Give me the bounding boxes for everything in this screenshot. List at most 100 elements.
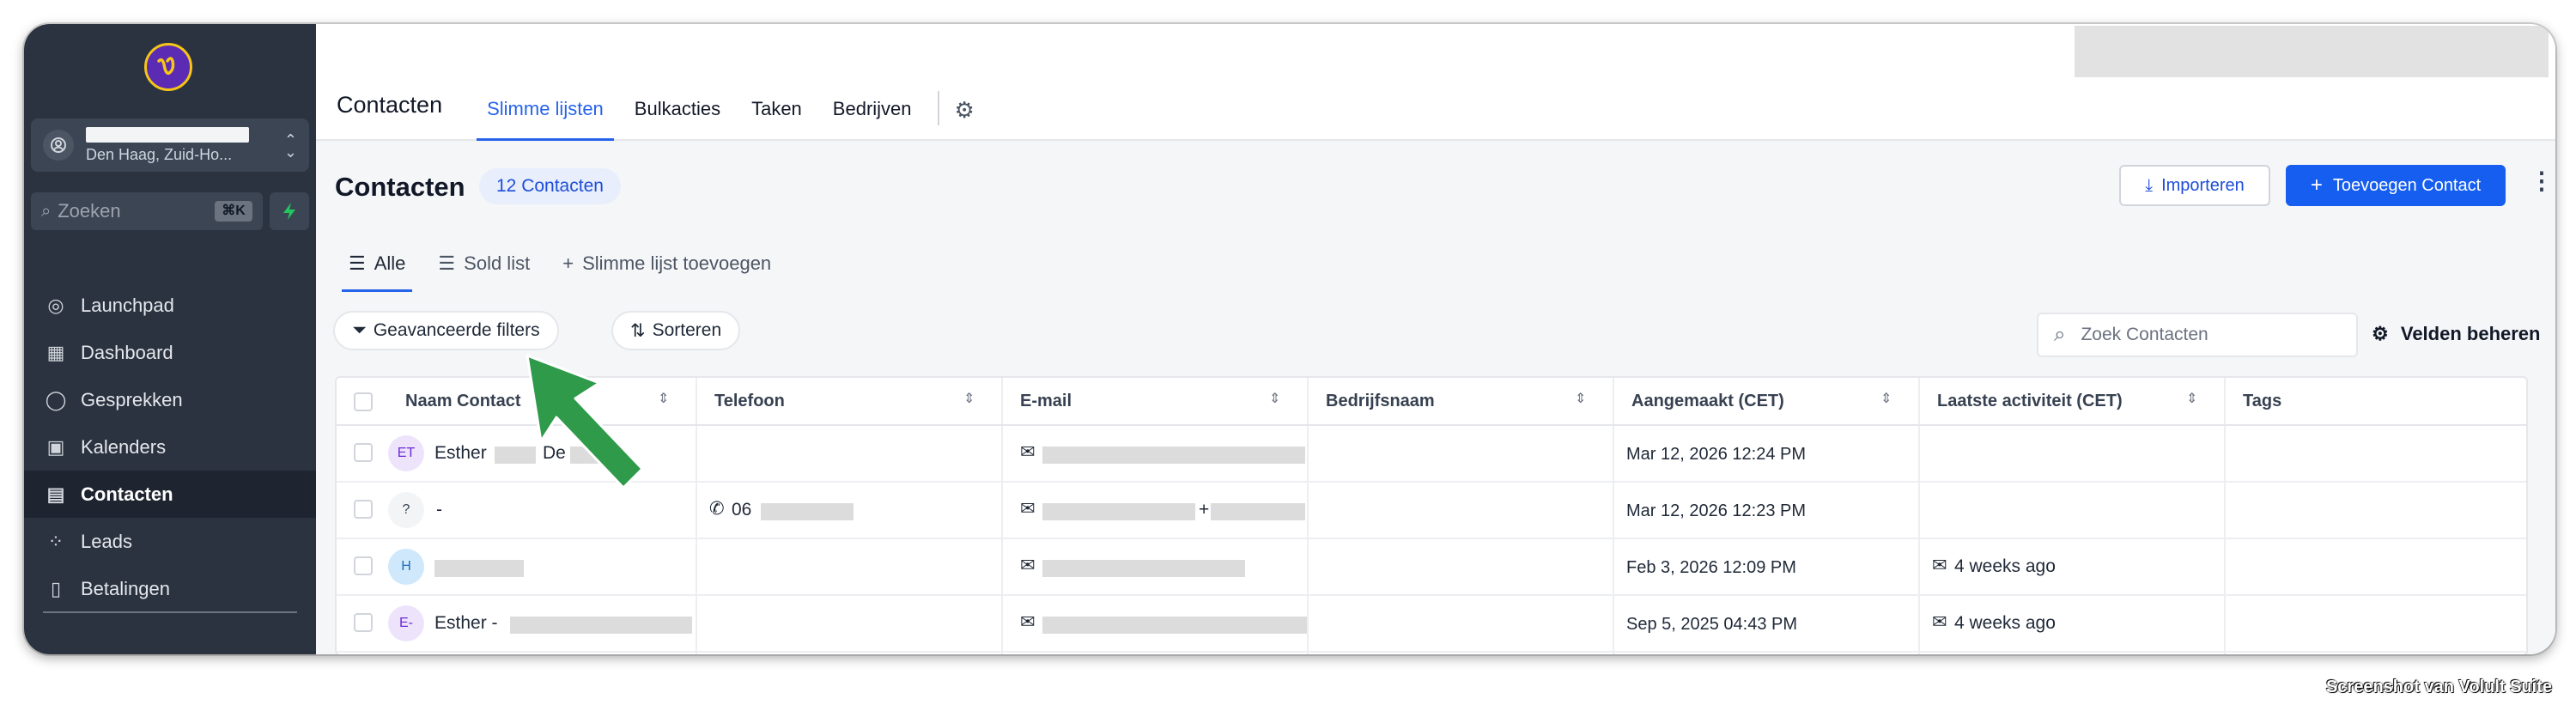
- advanced-filters-label: Geavanceerde filters: [373, 320, 540, 340]
- quick-action-bolt-icon[interactable]: [270, 192, 309, 230]
- contact-name[interactable]: -: [436, 500, 442, 520]
- column-header-tags[interactable]: Tags: [2243, 392, 2281, 411]
- import-button[interactable]: ⤓ Importeren: [2119, 165, 2270, 206]
- sort-button[interactable]: ⇅ Sorteren: [611, 311, 741, 350]
- sort-arrows-icon[interactable]: ⇕: [1575, 390, 1586, 407]
- add-smart-list-button[interactable]: + Slimme lijst toevoegen: [556, 252, 778, 292]
- manage-fields-button[interactable]: ⚙ Velden beheren: [2372, 323, 2540, 345]
- main-area: Contacten Slimme lijsten Bulkacties Take…: [316, 24, 2555, 654]
- contact-name[interactable]: Esther -: [434, 613, 498, 634]
- tab-bulkacties[interactable]: Bulkacties: [624, 98, 731, 141]
- leads-icon: ⁘: [47, 530, 64, 552]
- plus-icon: +: [562, 252, 574, 274]
- column-header-name[interactable]: Naam Contact: [405, 392, 520, 411]
- advanced-filters-button[interactable]: ⏷ Geavanceerde filters: [333, 311, 559, 350]
- redacted-name: [434, 560, 524, 577]
- sidebar-item-kalenders[interactable]: ▣ Kalenders: [24, 423, 316, 471]
- sort-arrows-icon[interactable]: ⇕: [1880, 390, 1892, 407]
- last-activity: 4 weeks ago: [1954, 613, 2056, 633]
- account-switcher[interactable]: Den Haag, Zuid-Ho... ⌃ ⌄: [31, 118, 309, 172]
- filter-icon: ⏷: [352, 320, 367, 340]
- list-icon: ☰: [349, 252, 366, 274]
- user-icon: [43, 130, 74, 161]
- sidebar-item-launchpad[interactable]: ◎ Launchpad: [24, 282, 316, 329]
- row-checkbox[interactable]: [354, 556, 373, 575]
- screenshot-stage: Den Haag, Zuid-Ho... ⌃ ⌄ ⌕ Zoeken ⌘K ◎ Lau…: [0, 0, 2576, 711]
- tab-label: Sold list: [464, 252, 531, 274]
- sidebar-item-label: Contacten: [81, 483, 173, 505]
- top-bar: Contacten Slimme lijsten Bulkacties Take…: [316, 24, 2555, 141]
- sidebar-item-betalingen[interactable]: ▯ Betalingen: [24, 565, 316, 612]
- sort-label: Sorteren: [652, 320, 722, 340]
- tab-divider: [937, 91, 939, 125]
- redacted-email: [1042, 617, 1307, 634]
- mail-icon: ✉: [1020, 556, 1036, 575]
- payments-icon: ▯: [50, 577, 62, 599]
- sidebar-item-gesprekken[interactable]: ◯ Gesprekken: [24, 376, 316, 423]
- sidebar-search[interactable]: ⌕ Zoeken ⌘K: [31, 192, 263, 230]
- tab-taken[interactable]: Taken: [741, 98, 812, 141]
- tab-bedrijven[interactable]: Bedrijven: [823, 98, 922, 141]
- app-window: Den Haag, Zuid-Ho... ⌃ ⌄ ⌕ Zoeken ⌘K ◎ Lau…: [24, 24, 2555, 654]
- sidebar-item-leads[interactable]: ⁘ Leads: [24, 518, 316, 565]
- column-header-company[interactable]: Bedrijfsnaam: [1326, 392, 1435, 411]
- redacted-email: [1042, 503, 1195, 520]
- created-date: Mar 12, 2026 12:23 PM: [1626, 501, 1807, 520]
- sidebar-item-label: Dashboard: [81, 341, 173, 363]
- tab-label: Alle: [374, 252, 406, 274]
- table-row[interactable]: E- Esther - ✉ Sep 5, 2025 04:43 PM ✉ 4 w…: [337, 596, 2526, 653]
- sidebar-divider: [43, 611, 297, 613]
- manage-fields-label: Velden beheren: [2400, 323, 2541, 344]
- search-shortcut: ⌘K: [215, 201, 252, 222]
- sort-arrows-icon[interactable]: ⇕: [2186, 390, 2197, 407]
- smart-list-tabs: ☰ Alle ☰ Sold list + Slimme lijst toevoegen: [342, 252, 797, 292]
- tab-slimme-lijsten[interactable]: Slimme lijsten: [477, 98, 614, 141]
- chevron-updown-icon: ⌃ ⌄: [283, 131, 297, 161]
- redacted-email: [1042, 560, 1245, 577]
- column-header-created[interactable]: Aangemaakt (CET): [1631, 392, 1784, 411]
- row-checkbox[interactable]: [354, 500, 373, 519]
- sidebar-item-label: Gesprekken: [81, 388, 183, 410]
- contact-search[interactable]: ⌕: [2037, 313, 2358, 357]
- column-header-email[interactable]: E-mail: [1020, 392, 1072, 411]
- avatar: E-: [388, 605, 424, 641]
- contacts-icon: ▤: [46, 483, 65, 505]
- section-title: Contacten: [337, 92, 443, 118]
- column-header-last-activity[interactable]: Laatste activiteit (CET): [1937, 392, 2123, 411]
- search-icon: ⌕: [2054, 323, 2066, 346]
- add-contact-button[interactable]: + Toevoegen Contact: [2286, 165, 2506, 206]
- contact-count-badge: 12 Contacten: [479, 168, 621, 204]
- account-name-redacted: [86, 126, 249, 143]
- tab-sold-list[interactable]: ☰ Sold list: [431, 252, 537, 292]
- mail-icon: ✉: [1020, 499, 1036, 519]
- row-checkbox[interactable]: [354, 613, 373, 632]
- add-contact-label: Toevoegen Contact: [2332, 175, 2482, 195]
- contact-search-input[interactable]: [2081, 325, 2330, 345]
- dashboard-icon: ▦: [46, 341, 65, 363]
- sidebar-item-label: Leads: [81, 530, 132, 552]
- gear-icon[interactable]: ⚙: [955, 97, 975, 141]
- redacted-email: [1211, 503, 1305, 520]
- contact-name[interactable]: Esther: [434, 443, 487, 464]
- more-options-icon[interactable]: ⋮: [2530, 167, 2554, 195]
- sort-icon: ⇅: [630, 320, 646, 341]
- sidebar-item-contacten[interactable]: ▤ Contacten: [24, 471, 316, 518]
- search-icon: ⌕: [41, 201, 52, 221]
- sidebar-search-placeholder: Zoeken: [58, 200, 121, 222]
- select-all-checkbox[interactable]: [354, 392, 373, 411]
- import-label: Importeren: [2161, 175, 2245, 195]
- sort-arrows-icon[interactable]: ⇕: [963, 390, 975, 407]
- row-checkbox[interactable]: [354, 443, 373, 462]
- list-icon: ☰: [438, 252, 456, 274]
- mail-icon: ✉: [1932, 556, 1947, 575]
- plus-icon: +: [2310, 173, 2323, 197]
- watermark: Screenshot van Volult Suite: [2325, 678, 2552, 696]
- sort-arrows-icon[interactable]: ⇕: [1269, 390, 1280, 407]
- table-row[interactable]: H ✉ Feb 3, 2026 12:09 PM ✉ 4 weeks ago: [337, 539, 2526, 596]
- app-logo[interactable]: [144, 43, 192, 91]
- sidebar-item-dashboard[interactable]: ▦ Dashboard: [24, 329, 316, 376]
- created-date: Feb 3, 2026 12:09 PM: [1626, 558, 1796, 577]
- tab-label: Slimme lijst toevoegen: [582, 252, 772, 274]
- calendar-icon: ▣: [46, 435, 65, 458]
- tab-alle[interactable]: ☰ Alle: [342, 252, 413, 292]
